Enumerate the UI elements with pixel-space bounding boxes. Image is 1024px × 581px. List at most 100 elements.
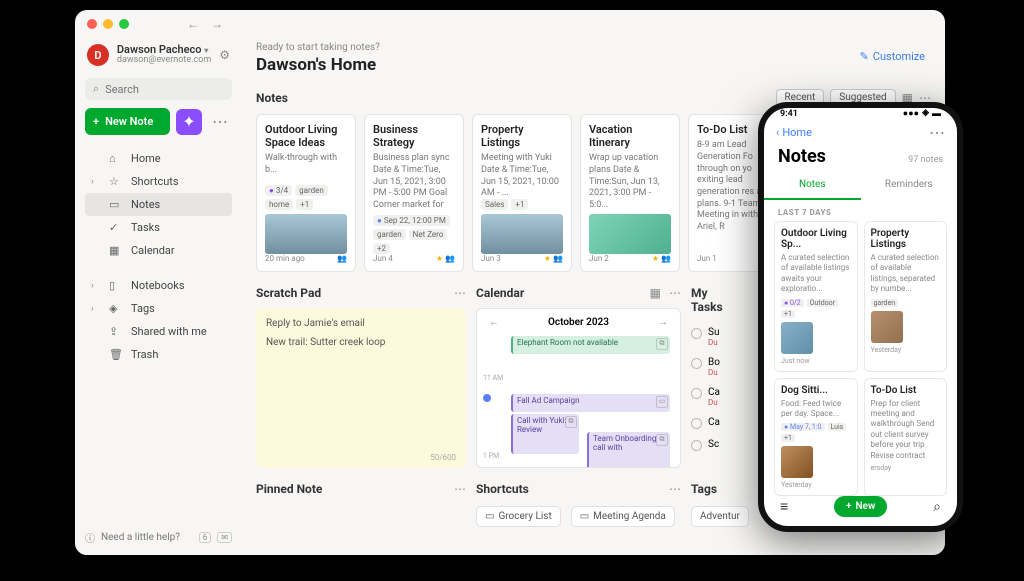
new-note-button[interactable]: +New Note — [85, 108, 170, 135]
mobile-note-card[interactable]: Dog Sitti... Food: Feed twice per day. S… — [774, 378, 858, 497]
tags-title: Tags — [691, 482, 717, 496]
task-item[interactable]: BoDu — [691, 352, 741, 382]
new-note-button[interactable]: +New — [834, 496, 887, 517]
tabs: Notes Reminders — [764, 173, 957, 200]
maximize-dot[interactable] — [119, 19, 129, 29]
shortcut-item[interactable]: ▭Meeting Agenda — [571, 506, 675, 527]
notes-heading: Notes — [256, 91, 288, 105]
now-indicator-icon — [483, 394, 491, 402]
search-input[interactable]: ⌕ ⌘⌥F — [85, 78, 232, 100]
history-nav[interactable]: ← → — [187, 17, 223, 31]
welcome-prompt: Ready to start taking notes? — [256, 42, 931, 53]
cal-next-icon[interactable]: → — [658, 317, 668, 328]
user-email: dawson@evernote.com — [117, 56, 211, 66]
ai-button[interactable]: ✦ — [176, 109, 202, 135]
note-card[interactable]: Vacation Itinerary Wrap up vacation plan… — [580, 114, 680, 272]
search-field[interactable] — [105, 83, 245, 96]
account-switcher[interactable]: D Dawson Pacheco ▾ dawson@evernote.com ⚙ — [85, 40, 232, 70]
mobile-note-card[interactable]: To-Do List Prep for client meeting and w… — [864, 378, 948, 497]
note-time: Just now — [781, 357, 851, 365]
nav-home[interactable]: ⌂Home — [85, 147, 232, 170]
widget-menu-icon[interactable]: ▦⋯ — [650, 286, 681, 300]
note-date: 20 min ago — [265, 254, 305, 263]
scratch-pad-widget: Scratch Pad⋯ Reply to Jamie's email New … — [256, 286, 466, 468]
cal-event[interactable]: Call with Yuki: Review⧉ — [511, 414, 579, 454]
mobile-note-card[interactable]: Property Listings A curated selection of… — [864, 221, 948, 372]
shortcuts-title: Shortcuts — [476, 482, 529, 496]
note-card[interactable]: Outdoor Living Space Ideas Walk-through … — [256, 114, 356, 272]
share-icon: 👥 — [553, 254, 563, 263]
note-title: Vacation Itinerary — [589, 123, 671, 149]
nav-shared[interactable]: ⇪Shared with me — [85, 320, 232, 343]
cal-event[interactable]: Fall Ad Campaign▭ — [511, 394, 670, 412]
nav-tasks[interactable]: ✓Tasks — [85, 216, 232, 239]
back-button[interactable]: ‹Home — [776, 126, 812, 139]
titlebar: ← → — [75, 10, 945, 38]
nav-calendar[interactable]: ▦Calendar — [85, 239, 232, 262]
note-snippet: Food: Feed twice per day. Space... — [781, 399, 851, 420]
link-note-icon[interactable]: ⧉ — [656, 434, 668, 446]
note-title: To-Do List — [871, 385, 941, 396]
note-snippet: Walk-through with b... — [265, 153, 347, 181]
note-count: 97 notes — [908, 155, 943, 165]
note-card[interactable]: Business Strategy Business plan sync Dat… — [364, 114, 464, 272]
nav-tags[interactable]: ›◈Tags — [85, 297, 232, 320]
new-more-button[interactable]: ⋯ — [208, 112, 232, 131]
task-radio[interactable] — [691, 388, 702, 399]
tag: home — [265, 199, 293, 210]
task-radio[interactable] — [691, 418, 702, 429]
calendar-add-icon[interactable]: ▦ — [650, 286, 661, 300]
note-title: Dog Sitti... — [781, 385, 851, 396]
trash-icon: 🗑 — [109, 348, 123, 361]
cal-event[interactable]: Elephant Room not available⧉ — [511, 336, 670, 354]
nav-notebooks[interactable]: ›▯Notebooks — [85, 274, 232, 297]
task-item[interactable]: Ca — [691, 412, 741, 434]
mobile-app-mockup: 9:41 ●●●◈▬ ‹Home ⋯ Notes 97 notes Notes … — [758, 102, 963, 532]
tag: Net Zero — [409, 229, 448, 240]
back-icon[interactable]: ← — [187, 17, 199, 31]
home-title: Dawson's Home — [256, 55, 931, 75]
shortcut-item[interactable]: ▭Grocery List — [476, 506, 561, 527]
share-icon: 👥 — [661, 254, 671, 263]
tag: 3/4 — [265, 185, 292, 196]
tab-reminders[interactable]: Reminders — [861, 173, 958, 200]
tab-notes[interactable]: Notes — [764, 173, 861, 200]
calendar-widget: Calendar▦⋯ ←October 2023→ Elephant Room … — [476, 286, 681, 468]
customize-button[interactable]: ✎Customize — [860, 50, 925, 63]
note-card[interactable]: Property Listings Meeting with Yuki Date… — [472, 114, 572, 272]
note-thumbnail — [871, 311, 903, 343]
scratch-pad-textarea[interactable]: Reply to Jamie's email New trail: Sutter… — [256, 308, 466, 468]
widget-menu-icon[interactable]: ⋯ — [669, 482, 681, 496]
window-controls[interactable] — [87, 19, 129, 29]
nav-trash[interactable]: 🗑Trash — [85, 343, 232, 366]
nav-menu-icon[interactable]: ⋯ — [929, 123, 945, 142]
help-icon: ⓘ — [85, 530, 95, 545]
link-note-icon[interactable]: ⧉ — [656, 338, 668, 350]
close-dot[interactable] — [87, 19, 97, 29]
char-counter: 50/600 — [430, 453, 456, 462]
help-link[interactable]: ⓘ Need a little help? 6 ✉ — [85, 530, 232, 545]
task-item[interactable]: Sc — [691, 434, 741, 456]
link-note-icon[interactable]: ⧉ — [565, 416, 577, 428]
nav-shortcuts[interactable]: ›☆Shortcuts — [85, 170, 232, 193]
cal-event[interactable]: Team Onboarding call with⧉ — [587, 432, 670, 468]
link-note-icon[interactable]: ▭ — [656, 396, 668, 408]
tag-item[interactable]: Adventur — [691, 506, 749, 527]
note-time: Yesterday — [871, 346, 941, 354]
mobile-note-card[interactable]: Outdoor Living Sp... A curated selection… — [774, 221, 858, 372]
widget-menu-icon[interactable]: ⋯ — [454, 286, 466, 300]
nav-notes[interactable]: ▭Notes — [85, 193, 232, 216]
task-radio[interactable] — [691, 328, 702, 339]
search-icon[interactable]: ⌕ — [933, 499, 941, 515]
task-radio[interactable] — [691, 440, 702, 451]
widget-menu-icon[interactable]: ⋯ — [454, 482, 466, 496]
home-icon: ⌂ — [109, 152, 123, 165]
cal-prev-icon[interactable]: ← — [489, 317, 499, 328]
task-item[interactable]: SuDu — [691, 322, 741, 352]
task-radio[interactable] — [691, 358, 702, 369]
hamburger-icon[interactable]: ≡ — [780, 498, 788, 515]
settings-icon[interactable]: ⚙ — [219, 48, 230, 62]
task-item[interactable]: CaDu — [691, 382, 741, 412]
forward-icon[interactable]: → — [211, 17, 223, 31]
minimize-dot[interactable] — [103, 19, 113, 29]
